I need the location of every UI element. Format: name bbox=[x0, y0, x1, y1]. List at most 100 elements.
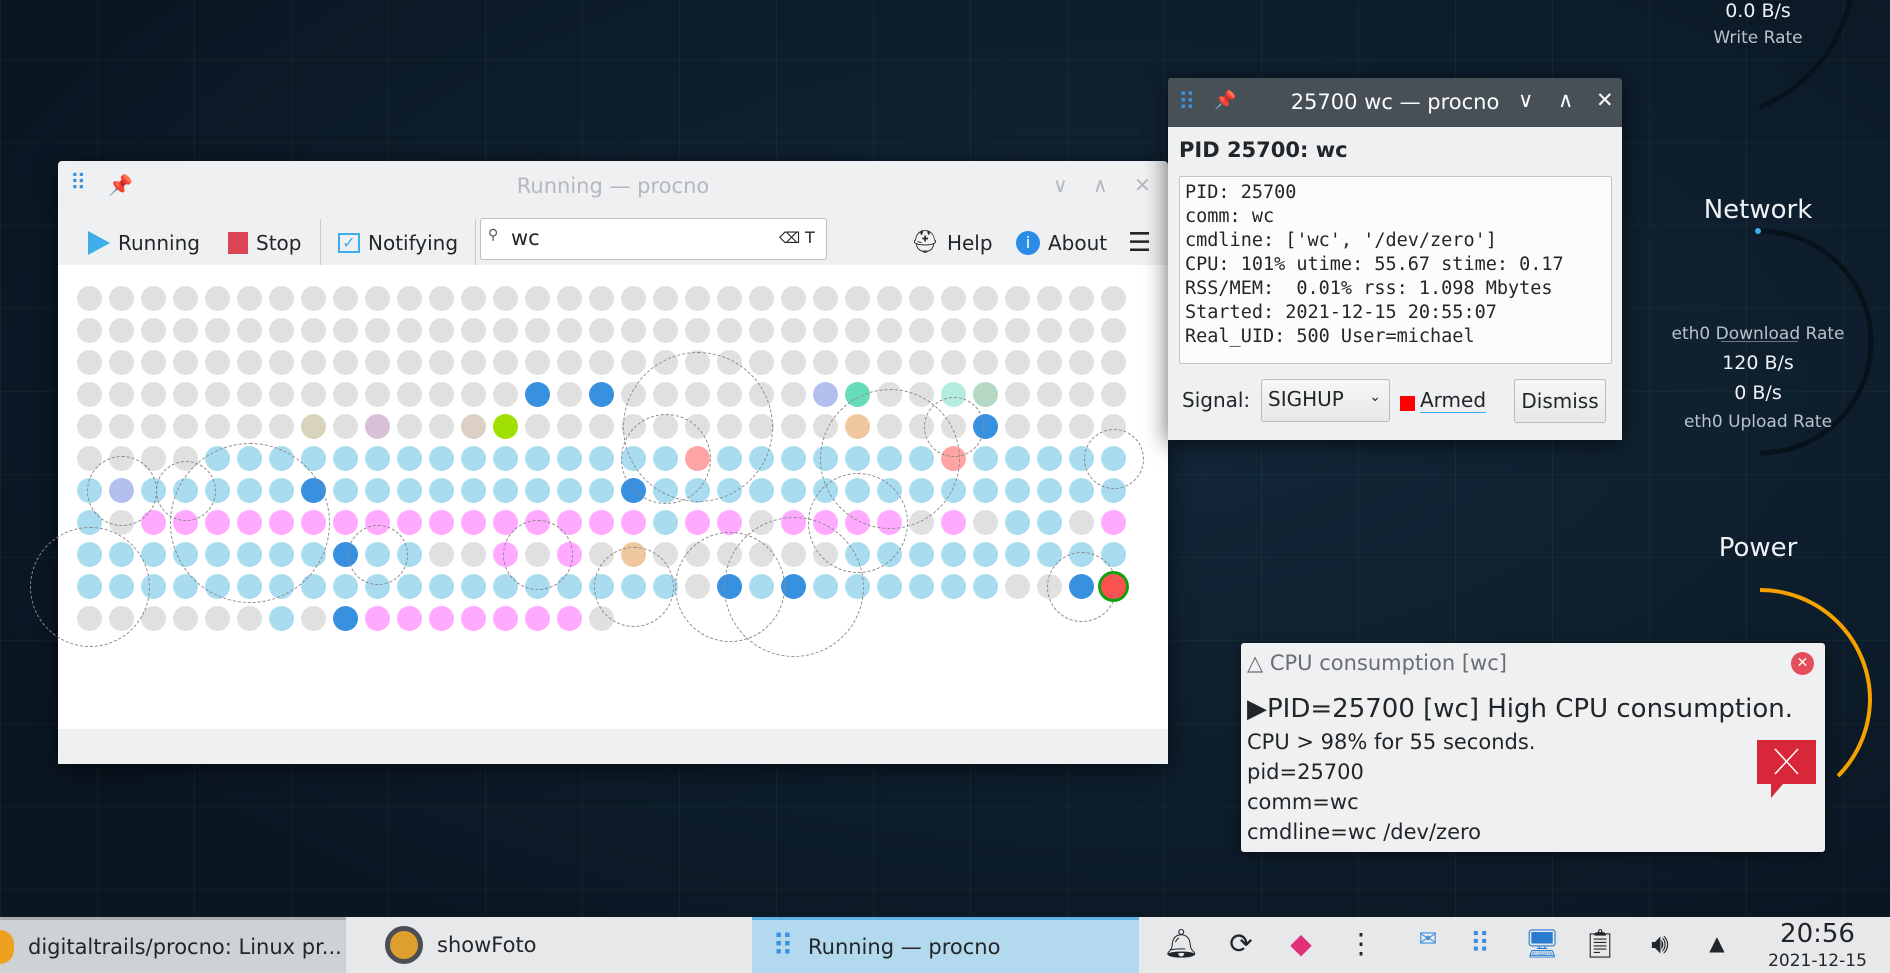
process-circle[interactable] bbox=[781, 318, 806, 343]
process-circle[interactable] bbox=[1037, 382, 1062, 407]
process-circle[interactable] bbox=[589, 318, 614, 343]
process-circle[interactable] bbox=[301, 382, 326, 407]
process-circle[interactable] bbox=[109, 414, 134, 439]
process-circle[interactable] bbox=[173, 382, 198, 407]
process-circle[interactable] bbox=[557, 446, 582, 471]
process-circle[interactable] bbox=[973, 318, 998, 343]
process-circle[interactable] bbox=[397, 574, 422, 599]
process-circle[interactable] bbox=[205, 414, 230, 439]
process-circle[interactable] bbox=[173, 286, 198, 311]
process-circle[interactable] bbox=[557, 606, 582, 631]
process-circle[interactable] bbox=[365, 446, 390, 471]
process-circle[interactable] bbox=[589, 414, 614, 439]
process-circle[interactable] bbox=[269, 318, 294, 343]
process-circle[interactable] bbox=[397, 414, 422, 439]
procno-tray-icon[interactable]: ⠿ bbox=[1462, 927, 1498, 960]
process-circle[interactable] bbox=[429, 286, 454, 311]
process-circle[interactable] bbox=[1005, 478, 1030, 503]
process-circle[interactable] bbox=[525, 446, 550, 471]
tray-expand-icon[interactable]: ▲ bbox=[1699, 931, 1735, 955]
process-circle[interactable] bbox=[653, 318, 678, 343]
process-circle[interactable] bbox=[141, 286, 166, 311]
process-circle[interactable] bbox=[173, 606, 198, 631]
process-circle[interactable] bbox=[365, 318, 390, 343]
process-circle[interactable] bbox=[1005, 382, 1030, 407]
process-circle[interactable] bbox=[237, 414, 262, 439]
process-circle[interactable] bbox=[77, 318, 102, 343]
process-circle[interactable] bbox=[333, 478, 358, 503]
process-circle[interactable] bbox=[749, 478, 774, 503]
clipboard-icon[interactable]: 📋︎ bbox=[1582, 927, 1618, 960]
process-circle[interactable] bbox=[1037, 510, 1062, 535]
minimize-button[interactable]: ∨ bbox=[1518, 88, 1533, 112]
process-circle[interactable] bbox=[365, 414, 390, 439]
process-circle[interactable] bbox=[173, 350, 198, 375]
process-circle[interactable] bbox=[429, 606, 454, 631]
process-circle[interactable] bbox=[365, 286, 390, 311]
process-circle[interactable] bbox=[813, 350, 838, 375]
notifying-toggle[interactable]: ✓ Notifying bbox=[338, 225, 458, 261]
process-circle[interactable] bbox=[397, 318, 422, 343]
mail-icon[interactable]: ✉ bbox=[1410, 927, 1446, 952]
clear-icon[interactable]: ⌫ bbox=[779, 229, 800, 247]
clipboard-bracket-icon[interactable]: ⋮ bbox=[1343, 927, 1379, 960]
process-circle[interactable] bbox=[397, 286, 422, 311]
process-circle[interactable] bbox=[1069, 414, 1094, 439]
process-circle[interactable] bbox=[1005, 446, 1030, 471]
process-circle[interactable] bbox=[1005, 574, 1030, 599]
jetbrains-toolbox-icon[interactable]: ◆ bbox=[1283, 927, 1319, 960]
dismiss-button[interactable]: Dismiss bbox=[1514, 379, 1606, 423]
process-circle[interactable] bbox=[845, 350, 870, 375]
process-circle[interactable] bbox=[653, 510, 678, 535]
process-circle[interactable] bbox=[205, 382, 230, 407]
clock-time[interactable]: 20:56 bbox=[1745, 919, 1890, 949]
notifications-bell-icon[interactable]: 🔔︎ bbox=[1163, 927, 1199, 960]
text-format-icon[interactable]: T bbox=[805, 228, 815, 247]
process-circle[interactable] bbox=[877, 350, 902, 375]
process-circle[interactable] bbox=[653, 286, 678, 311]
process-circle[interactable] bbox=[365, 350, 390, 375]
volume-icon[interactable]: 🔊︎ bbox=[1642, 927, 1678, 961]
process-circle[interactable] bbox=[77, 350, 102, 375]
process-circle[interactable] bbox=[109, 350, 134, 375]
process-circle[interactable] bbox=[141, 350, 166, 375]
process-circle[interactable] bbox=[589, 510, 614, 535]
process-circle[interactable] bbox=[237, 286, 262, 311]
process-circle[interactable] bbox=[685, 318, 710, 343]
process-circle[interactable] bbox=[493, 478, 518, 503]
process-circle[interactable] bbox=[1069, 510, 1094, 535]
process-circle[interactable] bbox=[397, 350, 422, 375]
hamburger-menu-icon[interactable]: ☰ bbox=[1128, 225, 1151, 261]
process-circle[interactable] bbox=[109, 382, 134, 407]
maximize-button[interactable]: ∧ bbox=[1093, 173, 1108, 197]
process-circle[interactable] bbox=[461, 542, 486, 567]
process-circle[interactable] bbox=[141, 382, 166, 407]
process-circle[interactable] bbox=[429, 382, 454, 407]
process-circle[interactable] bbox=[525, 318, 550, 343]
process-circle[interactable] bbox=[909, 542, 934, 567]
process-circle[interactable] bbox=[781, 350, 806, 375]
display-icon[interactable]: 🖥︎ bbox=[1524, 927, 1560, 960]
process-circle[interactable] bbox=[557, 478, 582, 503]
process-circle[interactable] bbox=[621, 350, 646, 375]
process-circle[interactable] bbox=[493, 414, 518, 439]
search-field[interactable]: ⚲ wc ⌫ T bbox=[480, 218, 827, 260]
process-circle[interactable] bbox=[973, 574, 998, 599]
process-circle[interactable] bbox=[333, 414, 358, 439]
process-circle[interactable] bbox=[557, 350, 582, 375]
process-circle[interactable] bbox=[1069, 478, 1094, 503]
process-circle[interactable] bbox=[909, 574, 934, 599]
process-circle[interactable] bbox=[461, 382, 486, 407]
process-circle[interactable] bbox=[525, 286, 550, 311]
process-circle[interactable] bbox=[781, 414, 806, 439]
process-circle[interactable] bbox=[1005, 350, 1030, 375]
process-circle[interactable] bbox=[717, 318, 742, 343]
process-circle[interactable] bbox=[237, 382, 262, 407]
task-showfoto[interactable]: showFoto bbox=[365, 917, 752, 973]
process-circle[interactable] bbox=[109, 286, 134, 311]
task-firefox[interactable]: digitaltrails/procno: Linux pr... bbox=[0, 917, 346, 973]
process-circle[interactable] bbox=[461, 446, 486, 471]
process-info-text[interactable]: PID: 25700 comm: wc cmdline: ['wc', '/dev/… bbox=[1179, 176, 1612, 364]
process-circle[interactable] bbox=[621, 286, 646, 311]
process-circle[interactable] bbox=[589, 478, 614, 503]
